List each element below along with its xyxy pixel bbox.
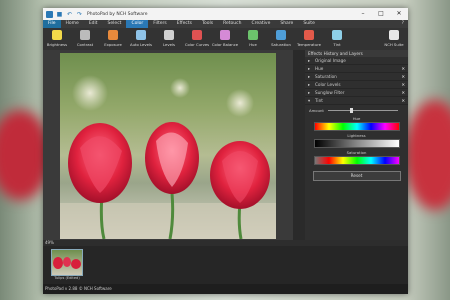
background-flower-right [405, 100, 450, 210]
save-icon[interactable]: ■ [56, 11, 63, 18]
thumbnail-label: Tulips (Edited) [54, 276, 80, 280]
exposure-button[interactable]: Exposure [99, 28, 127, 50]
tint-button[interactable]: Tint [323, 28, 351, 50]
hue-gradient-slider[interactable] [313, 122, 400, 131]
toolbar: Brightness Contrast Exposure Auto Levels Lev… [43, 28, 408, 51]
toolbar-label: Temperature [296, 42, 322, 47]
temperature-icon [304, 30, 314, 40]
saturation-gradient-slider[interactable] [313, 156, 400, 165]
exposure-icon [108, 30, 118, 40]
menu-color[interactable]: Color [126, 20, 149, 28]
image-canvas[interactable] [43, 50, 293, 240]
levels-icon [164, 30, 174, 40]
undo-icon[interactable]: ↶ [66, 11, 73, 18]
color-curves-button[interactable]: Color Curves [183, 28, 211, 50]
amount-slider[interactable] [327, 108, 398, 113]
layer-label: Tint [315, 98, 323, 103]
layer-label: Saturation [315, 74, 337, 79]
effects-panel: Effects History and Layers Original Imag… [305, 50, 408, 240]
hue-label: Hue [352, 116, 361, 121]
lightness-label: Lightness [347, 133, 366, 138]
saturation-button[interactable]: Saturation [267, 28, 295, 50]
nch-suite-button[interactable]: NCH Suite [380, 28, 408, 50]
layer-hue[interactable]: Hue ✕ [305, 65, 408, 73]
remove-layer-icon[interactable]: ✕ [401, 73, 405, 80]
zoom-level[interactable]: 49% [43, 240, 54, 245]
menu-filters[interactable]: Filters [148, 20, 172, 28]
hue-button[interactable]: Hue [239, 28, 267, 50]
title-bar: ■ ↶ ↷ PhotoPad by NCH Software – □ ✕ [43, 8, 408, 20]
auto-levels-icon [136, 30, 146, 40]
toolbar-label: Contrast [76, 42, 94, 47]
toolbar-label: Auto Levels [129, 42, 153, 47]
remove-layer-icon[interactable]: ✕ [401, 81, 405, 88]
levels-button[interactable]: Levels [155, 28, 183, 50]
minimize-button[interactable]: – [354, 8, 372, 20]
redo-icon[interactable]: ↷ [76, 11, 83, 18]
amount-slider-thumb[interactable] [349, 108, 353, 113]
toolbar-label: Color Curves [184, 42, 210, 47]
temperature-button[interactable]: Temperature [295, 28, 323, 50]
toolbar-label: Levels [162, 42, 175, 47]
menu-share[interactable]: Share [275, 20, 298, 28]
hue-icon [248, 30, 258, 40]
menu-creative[interactable]: Creative [246, 20, 275, 28]
menu-suite[interactable]: Suite [298, 20, 320, 28]
menu-select[interactable]: Select [103, 20, 127, 28]
toolbar-label: Hue [249, 42, 257, 47]
auto-levels-button[interactable]: Auto Levels [127, 28, 155, 50]
toolbar-label: Saturation [271, 42, 291, 47]
nch-suite-icon [389, 30, 399, 40]
panel-splitter[interactable] [293, 50, 305, 240]
toolbar-label: Exposure [104, 42, 122, 47]
tulip-photo[interactable] [60, 53, 276, 239]
toolbar-label: Brightness [46, 42, 68, 47]
menu-effects[interactable]: Effects [172, 20, 197, 28]
layer-sunglow-filter[interactable]: Sunglow Filter ✕ [305, 89, 408, 97]
tint-icon [332, 30, 342, 40]
toolbar-label: Tint [333, 42, 341, 47]
menu-bar: File Home Edit Select Color Filters Effects Too… [43, 20, 408, 28]
menu-retouch[interactable]: Retouch [218, 20, 246, 28]
menu-edit[interactable]: Edit [84, 20, 103, 28]
maximize-button[interactable]: □ [372, 8, 390, 20]
brightness-button[interactable]: Brightness [43, 28, 71, 50]
menu-file[interactable]: File [43, 20, 61, 28]
layer-label: Original Image [315, 58, 346, 63]
photopad-window: ■ ↶ ↷ PhotoPad by NCH Software – □ ✕ Fil… [43, 8, 408, 294]
amount-label: Amount [309, 108, 324, 113]
menu-tools[interactable]: Tools [197, 20, 218, 28]
toolbar-label: NCH Suite [384, 42, 404, 47]
effects-panel-header: Effects History and Layers [305, 50, 408, 57]
color-curves-icon [192, 30, 202, 40]
help-icon[interactable]: ? [398, 20, 408, 28]
brightness-icon [52, 30, 62, 40]
lightness-gradient-slider[interactable] [313, 139, 400, 148]
remove-layer-icon[interactable]: ✕ [401, 97, 405, 104]
status-bar: PhotoPad v 2.88 © NCH Software [43, 284, 408, 294]
saturation-icon [276, 30, 286, 40]
layer-label: Hue [315, 66, 324, 71]
layer-original-image[interactable]: Original Image [305, 57, 408, 65]
layer-color-levels[interactable]: Color Levels ✕ [305, 81, 408, 89]
layer-tint[interactable]: Tint ✕ [305, 97, 408, 105]
close-button[interactable]: ✕ [390, 8, 408, 20]
filmstrip: Tulips (Edited) [43, 246, 408, 284]
app-icon [46, 10, 53, 18]
image-thumbnail[interactable] [51, 249, 83, 276]
layer-label: Color Levels [315, 82, 341, 87]
menu-home[interactable]: Home [61, 20, 84, 28]
layer-label: Sunglow Filter [315, 90, 345, 95]
saturation-label: Saturation [346, 150, 367, 155]
contrast-button[interactable]: Contrast [71, 28, 99, 50]
remove-layer-icon[interactable]: ✕ [401, 89, 405, 96]
window-title: PhotoPad by NCH Software [87, 11, 148, 17]
layer-saturation[interactable]: Saturation ✕ [305, 73, 408, 81]
contrast-icon [80, 30, 90, 40]
reset-button[interactable]: Reset [312, 171, 401, 181]
toolbar-label: Color Balance [211, 42, 239, 47]
color-balance-button[interactable]: Color Balance [211, 28, 239, 50]
color-balance-icon [220, 30, 230, 40]
remove-layer-icon[interactable]: ✕ [401, 65, 405, 72]
